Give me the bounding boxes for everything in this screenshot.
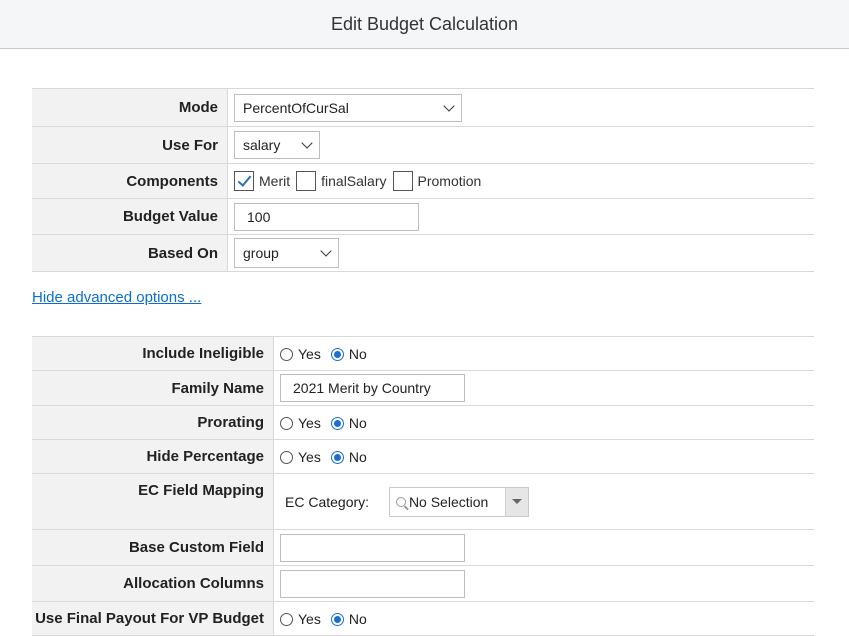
- row-mode: Mode PercentOfCurSal: [32, 88, 814, 127]
- row-ec-field-mapping: EC Field Mapping EC Category: No Selecti…: [32, 473, 814, 530]
- use-for-select[interactable]: salary: [234, 131, 320, 159]
- prorating-yes-radio[interactable]: [280, 416, 293, 430]
- use-final-payout-yes-label: Yes: [298, 611, 321, 628]
- based-on-value: group: [243, 245, 279, 261]
- based-on-select[interactable]: group: [234, 238, 339, 268]
- budget-value-input[interactable]: [234, 202, 419, 231]
- prorating-no-radio[interactable]: [330, 416, 344, 430]
- row-allocation-columns: Allocation Columns: [32, 565, 814, 602]
- chevron-down-icon: [443, 99, 455, 112]
- row-based-on: Based On group: [32, 234, 814, 272]
- prorating-no-label: No: [348, 415, 367, 432]
- hide-percentage-label: Hide Percentage: [32, 439, 274, 474]
- row-family-name: Family Name: [32, 370, 814, 406]
- merit-checkbox-label: Merit: [259, 173, 291, 189]
- mode-select[interactable]: PercentOfCurSal: [234, 93, 462, 122]
- include-ineligible-yes-label: Yes: [298, 346, 321, 363]
- use-for-value: salary: [243, 137, 281, 153]
- hide-percentage-yes-radio[interactable]: [280, 450, 293, 464]
- row-include-ineligible: Include Ineligible Yes No: [32, 336, 814, 371]
- caret-down-icon: [511, 499, 522, 504]
- prorating-yes-label: Yes: [298, 415, 321, 432]
- search-icon: [395, 496, 406, 507]
- mode-label: Mode: [32, 88, 228, 127]
- include-ineligible-yes-radio[interactable]: [280, 347, 293, 361]
- mode-value: PercentOfCurSal: [243, 99, 349, 116]
- row-prorating: Prorating Yes No: [32, 405, 814, 440]
- include-ineligible-no-label: No: [348, 346, 367, 363]
- ec-category-value: No Selection: [408, 493, 489, 510]
- chevron-down-icon: [320, 245, 332, 257]
- advanced-options-table: Include Ineligible Yes No Family Name Pro…: [32, 336, 814, 636]
- budget-value-label: Budget Value: [32, 198, 228, 235]
- final-salary-checkbox[interactable]: [296, 171, 317, 191]
- dialog-title: Edit Budget Calculation: [330, 13, 519, 34]
- allocation-columns-input[interactable]: [280, 569, 465, 598]
- base-custom-field-input[interactable]: [280, 533, 465, 562]
- use-final-payout-yes-radio[interactable]: [280, 612, 293, 626]
- row-use-for: Use For salary: [32, 126, 814, 164]
- dialog-title-bar: Edit Budget Calculation: [0, 0, 849, 49]
- base-custom-field-label: Base Custom Field: [32, 529, 274, 566]
- row-use-final-payout: Use Final Payout For VP Budget Yes No: [32, 601, 814, 636]
- ec-category-label: EC Category:: [285, 493, 370, 510]
- row-base-custom-field: Base Custom Field: [32, 529, 814, 566]
- promotion-checkbox[interactable]: [392, 171, 413, 191]
- family-name-label: Family Name: [32, 370, 274, 406]
- use-final-payout-no-radio[interactable]: [330, 612, 344, 626]
- row-budget-value: Budget Value: [32, 198, 814, 235]
- basic-options-table: Mode PercentOfCurSal Use For salary Comp…: [32, 88, 814, 272]
- family-name-input[interactable]: [280, 374, 465, 402]
- hide-percentage-no-radio[interactable]: [330, 450, 344, 464]
- ec-category-combobox[interactable]: No Selection: [388, 486, 529, 517]
- ec-field-mapping-label: EC Field Mapping: [32, 473, 274, 530]
- allocation-columns-label: Allocation Columns: [32, 565, 274, 602]
- use-final-payout-label: Use Final Payout For VP Budget: [32, 601, 274, 636]
- include-ineligible-no-radio[interactable]: [330, 347, 344, 361]
- hide-percentage-yes-label: Yes: [298, 449, 321, 466]
- include-ineligible-label: Include Ineligible: [32, 336, 274, 371]
- based-on-label: Based On: [32, 234, 228, 272]
- use-for-label: Use For: [32, 126, 228, 164]
- components-label: Components: [32, 163, 228, 199]
- merit-checkbox[interactable]: [234, 171, 254, 191]
- row-hide-percentage: Hide Percentage Yes No: [32, 439, 814, 474]
- ec-category-dropdown-button[interactable]: [504, 487, 528, 516]
- hide-advanced-options-link[interactable]: Hide advanced options ...: [32, 289, 201, 306]
- prorating-label: Prorating: [32, 405, 274, 440]
- use-final-payout-no-label: No: [348, 611, 367, 628]
- hide-percentage-no-label: No: [348, 449, 367, 466]
- promotion-checkbox-label: Promotion: [417, 173, 482, 189]
- final-salary-checkbox-label: finalSalary: [321, 173, 387, 189]
- chevron-down-icon: [301, 137, 313, 149]
- row-components: Components Merit finalSalary Promotion: [32, 163, 814, 199]
